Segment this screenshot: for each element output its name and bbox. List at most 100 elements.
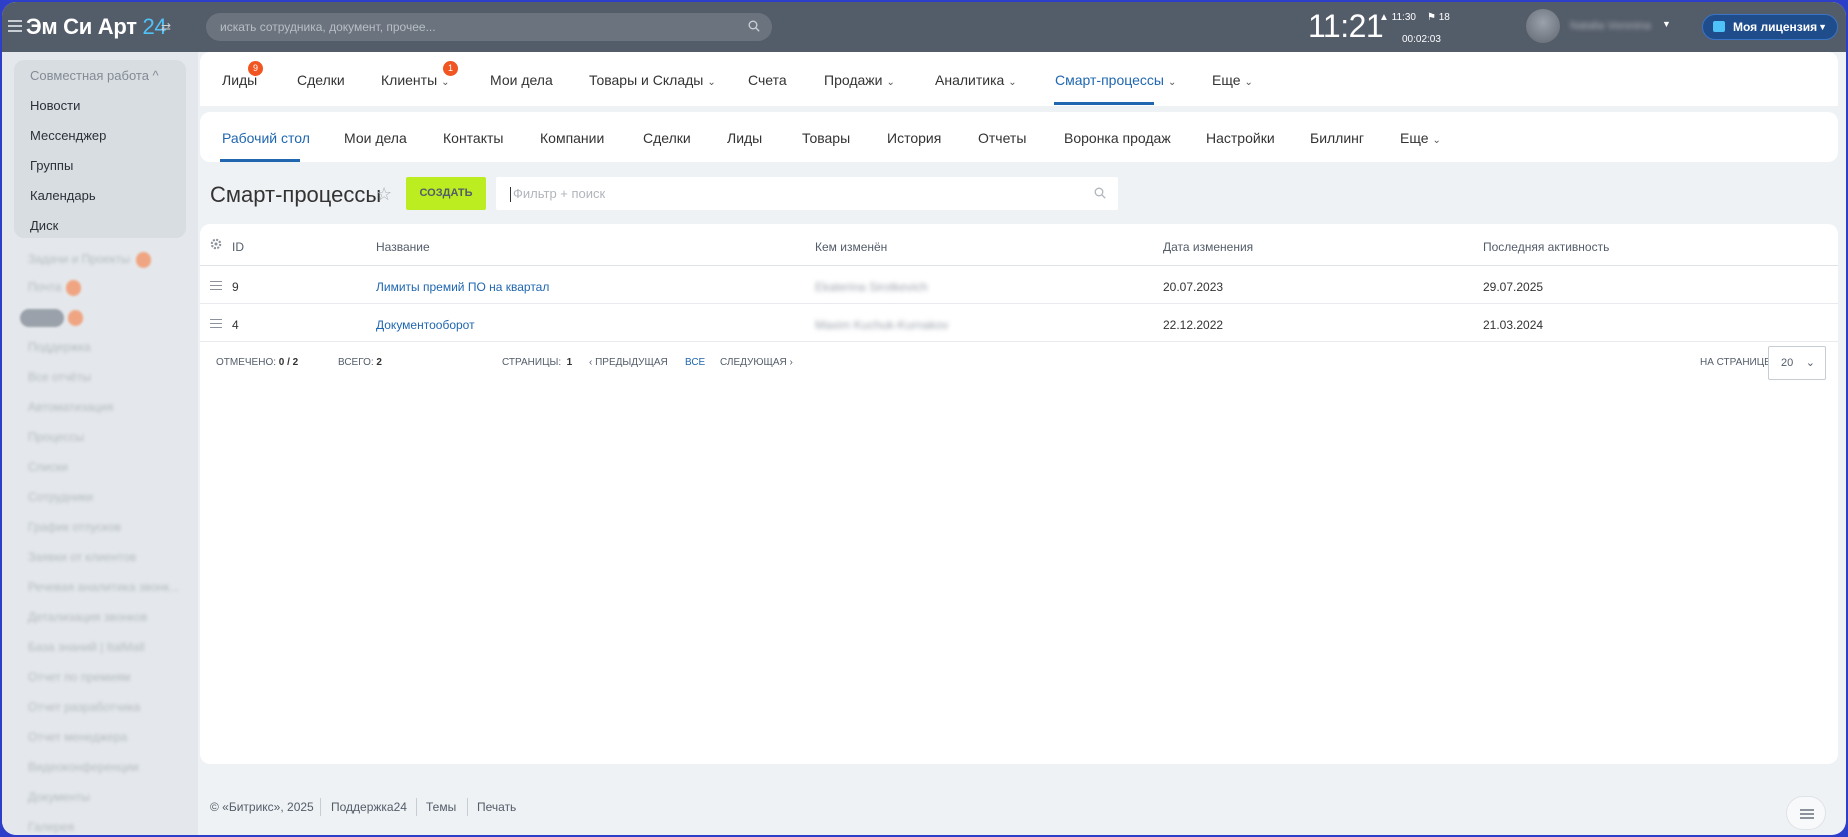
sidebar-item-groups[interactable]: Группы xyxy=(30,158,73,173)
nav-item-sales[interactable]: Продажи ⌄ xyxy=(824,72,895,88)
nav-item-invoices[interactable]: Счета xyxy=(748,72,787,88)
nav-item-clients[interactable]: Клиенты ⌄ xyxy=(381,72,450,88)
footer-print-link[interactable]: Печать xyxy=(477,800,516,814)
chevron-down-icon[interactable]: ▼ xyxy=(1662,19,1671,29)
drag-handle-icon[interactable] xyxy=(210,281,222,290)
nav-item-more[interactable]: Еще ⌄ xyxy=(1212,72,1253,88)
column-header-name[interactable]: Название xyxy=(376,240,430,254)
column-header-activity[interactable]: Последняя активность xyxy=(1483,240,1609,254)
footer-support-link[interactable]: Поддержка24 xyxy=(331,800,407,814)
avatar[interactable] xyxy=(1526,9,1560,43)
sidebar-group-title[interactable]: Совместная работа ^ xyxy=(30,68,159,83)
sidebar-item[interactable]: Отчет разработчика xyxy=(28,700,140,714)
nav-item-deals[interactable]: Сделки xyxy=(297,72,345,88)
smart-process-table: ID Название Кем изменён Дата изменения П… xyxy=(200,224,1838,764)
column-header-changed-by[interactable]: Кем изменён xyxy=(815,240,887,254)
nav-item-my-activities[interactable]: Мои дела xyxy=(490,72,553,88)
sidebar-item-disk[interactable]: Диск xyxy=(30,218,58,233)
sidebar-item[interactable]: Процессы xyxy=(28,430,84,444)
clock[interactable]: 11:21 xyxy=(1308,8,1384,45)
tab-companies[interactable]: Компании xyxy=(540,130,604,146)
column-header-date[interactable]: Дата изменения xyxy=(1163,240,1253,254)
nav-badge-leads: 9 xyxy=(248,61,263,76)
tab-desktop[interactable]: Рабочий стол xyxy=(222,130,310,146)
portal-switch-icon[interactable]: ⇄ xyxy=(161,20,171,34)
nav-item-analytics[interactable]: Аналитика ⌄ xyxy=(935,72,1017,88)
sidebar-item[interactable]: Документы xyxy=(28,790,90,804)
selected-count: ОТМЕЧЕНО: 0 / 2 xyxy=(216,357,299,368)
prev-page-link[interactable]: ‹ ПРЕДЫДУЩАЯ xyxy=(589,357,668,368)
sidebar-item[interactable]: Сотрудники xyxy=(28,490,93,504)
sidebar-item[interactable]: Поддержка xyxy=(28,340,91,354)
sidebar-item[interactable]: Детализация звонков xyxy=(28,610,147,624)
sidebar-item-news[interactable]: Новости xyxy=(30,98,80,113)
menu-icon[interactable] xyxy=(8,20,22,32)
list-icon[interactable] xyxy=(1786,796,1826,830)
star-icon[interactable]: ☆ xyxy=(376,184,392,205)
chevron-down-icon: ⌄ xyxy=(707,77,716,88)
chevron-down-icon: ⌄ xyxy=(1008,77,1017,88)
per-page-select[interactable]: 20 ⌄ xyxy=(1768,346,1826,380)
app-window: Эм Си Арт 24 ⇄ искать сотрудника, докуме… xyxy=(2,2,1846,835)
tab-sales-funnel[interactable]: Воронка продаж xyxy=(1064,130,1171,146)
app-logo[interactable]: Эм Си Арт 24 xyxy=(26,14,167,40)
all-pages-link[interactable]: ВСЕ xyxy=(685,357,705,368)
sidebar-item[interactable]: График отпусков xyxy=(28,520,121,534)
search-icon[interactable] xyxy=(1094,187,1106,199)
text-cursor xyxy=(510,187,511,203)
tab-billing[interactable]: Биллинг xyxy=(1310,130,1364,146)
sidebar-badge xyxy=(68,310,83,326)
sidebar-item-messenger[interactable]: Мессенджер xyxy=(30,128,106,143)
global-search-input[interactable]: искать сотрудника, документ, прочее... xyxy=(206,13,772,41)
sidebar-item[interactable]: Заявки от клиентов xyxy=(28,550,136,564)
tab-deals[interactable]: Сделки xyxy=(643,130,691,146)
sidebar-item[interactable]: Речевая аналитика звонк... xyxy=(28,580,179,594)
sidebar-item-tasks[interactable]: Задачи и Проекты xyxy=(28,252,130,266)
active-tab-indicator xyxy=(1054,102,1154,105)
pages-info: СТРАНИЦЫ: 1 xyxy=(502,357,573,368)
tab-contacts[interactable]: Контакты xyxy=(443,130,503,146)
row-name-link[interactable]: Документооборот xyxy=(376,318,475,332)
nav-item-products[interactable]: Товары и Склады ⌄ xyxy=(589,72,716,88)
sidebar-item[interactable]: Списки xyxy=(28,460,68,474)
column-header-id[interactable]: ID xyxy=(232,240,244,254)
filter-search-input[interactable]: Фильтр + поиск xyxy=(496,177,1118,210)
tab-history[interactable]: История xyxy=(887,130,941,146)
tab-products[interactable]: Товары xyxy=(802,130,850,146)
drag-handle-icon[interactable] xyxy=(210,319,222,328)
row-date: 22.12.2022 xyxy=(1163,318,1224,332)
row-name-link[interactable]: Лимиты премий ПО на квартал xyxy=(376,280,549,294)
tab-settings[interactable]: Настройки xyxy=(1206,130,1275,146)
license-button[interactable]: Моя лицензия ▼ xyxy=(1702,14,1838,40)
sidebar-item-calendar[interactable]: Календарь xyxy=(30,188,96,203)
sidebar-item[interactable]: Видеоконференции xyxy=(28,760,139,774)
active-tab-indicator xyxy=(220,159,300,162)
tab-more[interactable]: Еще ⌄ xyxy=(1400,130,1441,146)
nav-badge-clients: 1 xyxy=(443,61,458,76)
sidebar-item[interactable]: Галерея xyxy=(28,820,74,834)
sidebar-item[interactable]: Автоматизация xyxy=(28,400,113,414)
row-changed-by[interactable]: Ekaterina Sirotkevich xyxy=(815,280,928,294)
sidebar-group-collaboration: Совместная работа ^ Новости Мессенджер Г… xyxy=(14,60,186,238)
next-page-link[interactable]: СЛЕДУЮЩАЯ › xyxy=(720,357,793,368)
sidebar-item[interactable]: Отчет по премиям xyxy=(28,670,130,684)
tab-my-activities[interactable]: Мои дела xyxy=(344,130,407,146)
chevron-down-icon: ⌄ xyxy=(441,77,450,88)
tab-reports[interactable]: Отчеты xyxy=(978,130,1026,146)
sidebar-item-mail[interactable]: Почта xyxy=(28,280,61,294)
sidebar-item[interactable]: Все отчёты xyxy=(28,370,91,384)
user-name[interactable]: Natalia Voronina xyxy=(1570,20,1651,32)
sidebar-item[interactable]: Отчет менеджера xyxy=(28,730,127,744)
gear-icon[interactable] xyxy=(210,238,222,250)
nav-item-smart-processes[interactable]: Смарт-процессы ⌄ xyxy=(1055,72,1176,88)
tab-leads[interactable]: Лиды xyxy=(727,130,762,146)
chevron-down-icon: ⌄ xyxy=(1805,357,1815,369)
footer-themes-link[interactable]: Темы xyxy=(426,800,456,814)
sidebar-item[interactable]: База знаний | ItalMall xyxy=(28,640,145,654)
workday-timer: 00:02:03 xyxy=(1402,34,1441,45)
sidebar-item-crm[interactable] xyxy=(20,309,64,327)
workday-start: ▲ 11:30 xyxy=(1379,12,1416,23)
smart-process-subnav: Рабочий стол Мои дела Контакты Компании … xyxy=(200,112,1838,162)
row-changed-by[interactable]: Maxim Kuchuk-Kurnakov xyxy=(815,318,948,332)
create-button[interactable]: СОЗДАТЬ xyxy=(406,177,486,210)
